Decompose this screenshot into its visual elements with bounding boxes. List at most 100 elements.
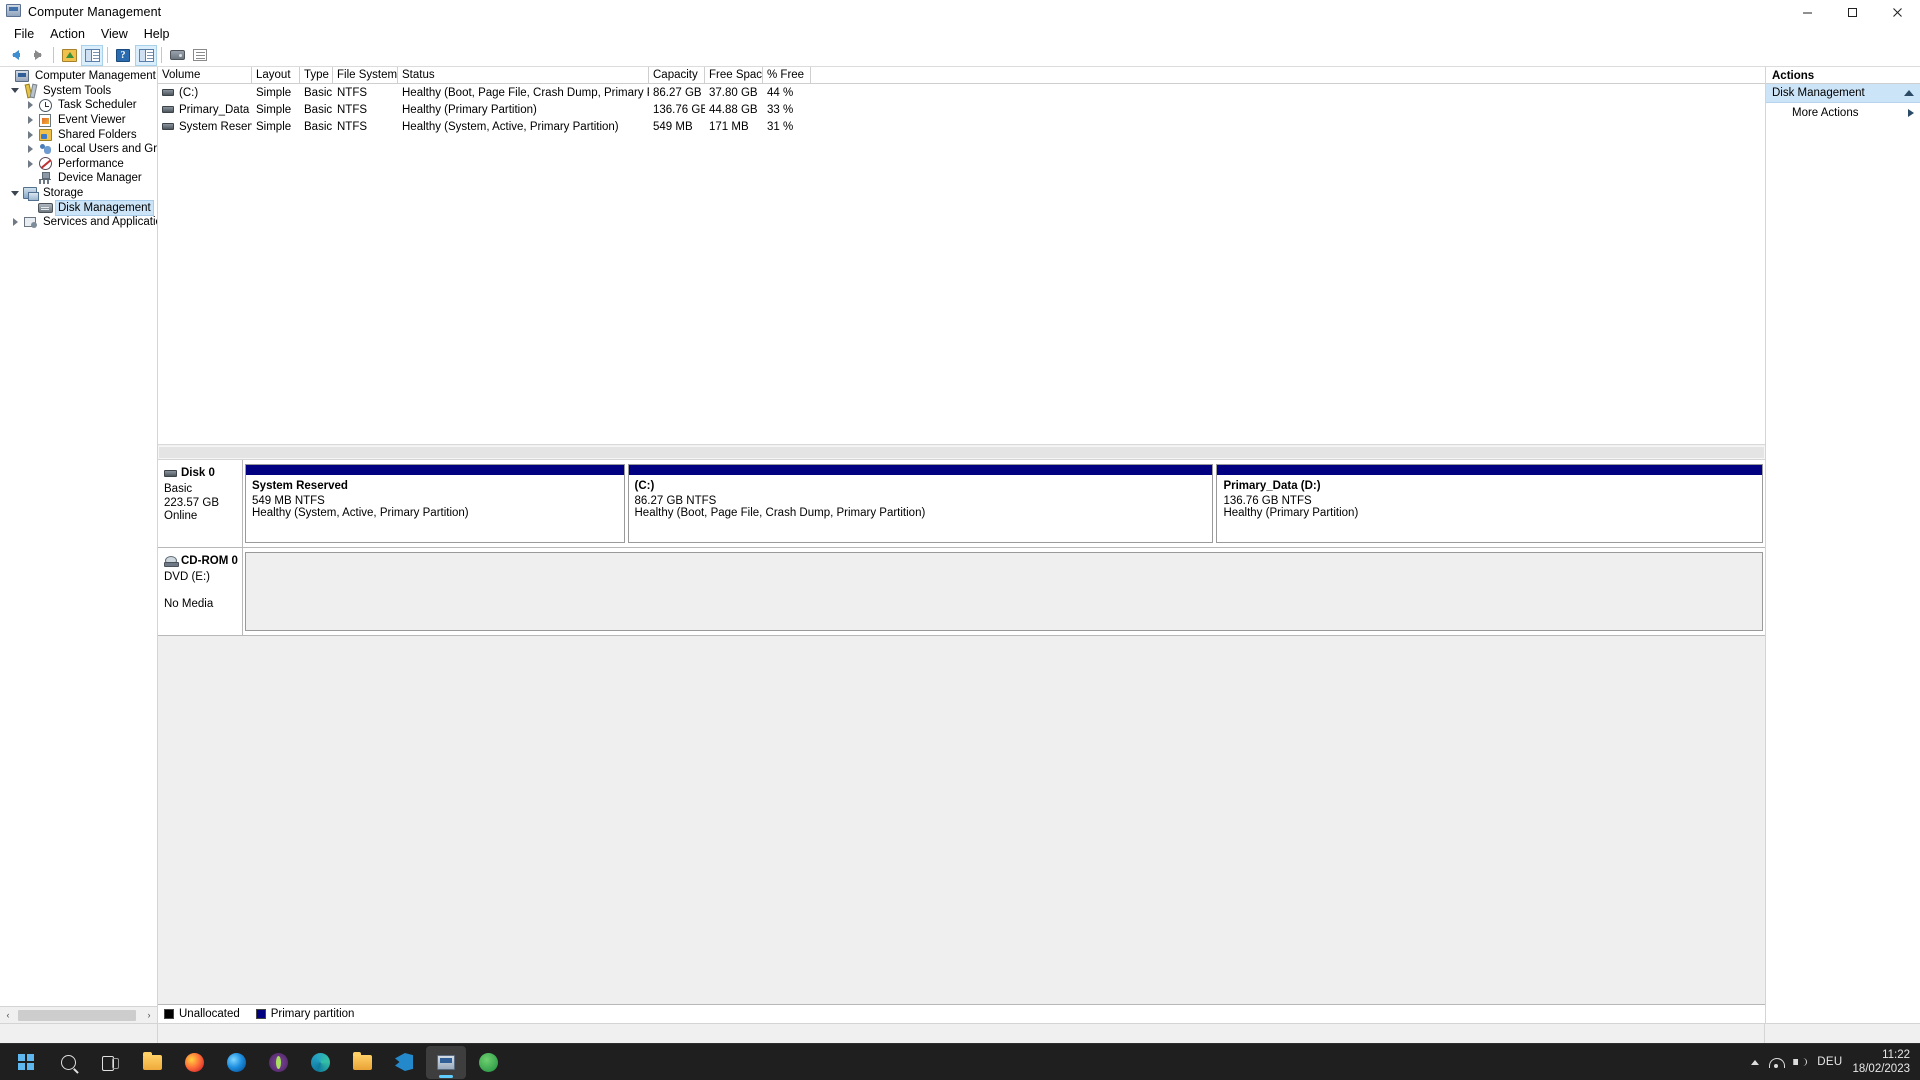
minimize-button[interactable] (1785, 0, 1830, 24)
explorer-folder-taskbar-button[interactable] (342, 1046, 382, 1079)
cell-file-system: NTFS (337, 103, 368, 116)
green-app-taskbar-button[interactable] (468, 1046, 508, 1079)
cell-free-space: 171 MB (709, 120, 749, 133)
scroll-track[interactable] (16, 1007, 141, 1023)
disk-row-cdrom-0[interactable]: CD-ROM 0 DVD (E:) No Media (158, 548, 1765, 636)
table-row[interactable]: (C:) Simple Basic NTFS Healthy (Boot, Pa… (158, 84, 1765, 101)
cell-volume: Primary_Data (D:) (158, 102, 252, 118)
cell-volume: System Reserved (158, 119, 252, 135)
cell-percent-free: 31 % (767, 120, 794, 133)
cell-volume-text: Primary_Data (D:) (179, 103, 252, 116)
edge-taskbar-button[interactable] (300, 1046, 340, 1079)
actions-item-more-actions[interactable]: More Actions (1766, 103, 1920, 123)
start-button[interactable] (6, 1046, 46, 1079)
back-button[interactable] (4, 45, 26, 66)
firefox-dev-taskbar-button[interactable] (216, 1046, 256, 1079)
column-header-file-system[interactable]: File System (333, 67, 398, 83)
partition-size: 86.27 GB NTFS (634, 494, 717, 507)
table-row[interactable]: Primary_Data (D:) Simple Basic NTFS Heal… (158, 101, 1765, 118)
maximize-button[interactable] (1830, 0, 1875, 24)
show-hide-action-pane-button[interactable] (135, 44, 157, 66)
scroll-thumb[interactable] (18, 1009, 136, 1021)
rescan-disks-button[interactable] (166, 45, 188, 66)
column-header-capacity[interactable]: Capacity (649, 67, 705, 83)
forward-button[interactable] (27, 45, 49, 66)
cell-capacity: 86.27 GB (653, 86, 702, 99)
up-one-level-button[interactable] (58, 45, 80, 66)
disk-info-cdrom-0: CD-ROM 0 DVD (E:) No Media (158, 548, 243, 635)
network-icon[interactable] (1769, 1057, 1786, 1068)
partition-status: Healthy (Boot, Page File, Crash Dump, Pr… (634, 507, 926, 519)
tree-twisty[interactable] (23, 101, 37, 110)
computer-management-taskbar-button[interactable] (426, 1045, 466, 1079)
tree-twisty[interactable] (23, 130, 37, 139)
menu-help[interactable]: Help (136, 25, 178, 43)
file-explorer-taskbar-button[interactable] (132, 1046, 172, 1079)
chevron-up-icon[interactable] (1751, 1059, 1760, 1065)
partition-name: Primary_Data (D:) (1223, 480, 1321, 492)
tree-horizontal-scrollbar[interactable]: ‹ › (0, 1006, 157, 1023)
tree-item-computer-management[interactable]: Computer Management (Local (0, 69, 157, 84)
volume-icon[interactable] (1793, 1056, 1808, 1068)
tree-item-services-and-applications[interactable]: Services and Applications (0, 215, 157, 230)
column-header-status[interactable]: Status (398, 67, 649, 83)
tree-twisty[interactable] (23, 145, 37, 154)
tree-item-shared-folders[interactable]: Shared Folders (0, 127, 157, 142)
menu-file[interactable]: File (6, 25, 42, 43)
tree-item-label: Device Manager (58, 172, 142, 185)
scroll-left-button[interactable]: ‹ (0, 1008, 16, 1023)
column-header-type[interactable]: Type (300, 67, 333, 83)
tree-twisty[interactable] (23, 116, 37, 125)
firefox-taskbar-button[interactable] (174, 1046, 214, 1079)
actions-group-disk-management[interactable]: Disk Management (1766, 84, 1920, 103)
disk-row-disk-0[interactable]: Disk 0 Basic 223.57 GB Online System Res… (158, 460, 1765, 548)
cdrom-empty-region[interactable] (245, 552, 1763, 631)
collapse-triangle-icon[interactable] (1904, 90, 1914, 96)
column-header-volume[interactable]: Volume (158, 67, 252, 83)
menu-view[interactable]: View (93, 25, 136, 43)
show-hide-console-tree-button[interactable] (81, 44, 103, 66)
disk-title: CD-ROM 0 (164, 555, 242, 567)
device-manager-icon (37, 171, 53, 185)
partition-system-reserved[interactable]: System Reserved 549 MB NTFS Healthy (Sys… (245, 464, 625, 543)
tree-item-event-viewer[interactable]: Event Viewer (0, 113, 157, 128)
vscode-taskbar-button[interactable] (384, 1046, 424, 1079)
tree-twisty-open[interactable] (8, 190, 22, 196)
language-indicator[interactable]: DEU (1817, 1056, 1842, 1068)
scroll-right-button[interactable]: › (141, 1008, 157, 1023)
help-button[interactable]: ? (112, 45, 134, 66)
menu-action[interactable]: Action (42, 25, 93, 43)
column-header-free-space[interactable]: Free Space (705, 67, 763, 83)
users-icon (37, 142, 53, 156)
tree-twisty[interactable] (8, 218, 22, 227)
tree-twisty-open[interactable] (8, 88, 22, 94)
clock[interactable]: 11:22 18/02/2023 (1852, 1048, 1910, 1076)
tree-twisty[interactable] (23, 159, 37, 168)
tree-item-local-users-and-groups[interactable]: Local Users and Groups (0, 142, 157, 157)
cell-volume: (C:) (158, 85, 252, 101)
status-bar (0, 1023, 1920, 1043)
search-button[interactable] (48, 1046, 88, 1079)
partition-primary-data-d[interactable]: Primary_Data (D:) 136.76 GB NTFS Healthy… (1216, 464, 1763, 543)
leaf-icon (478, 1052, 498, 1072)
tree-item-device-manager[interactable]: Device Manager (0, 171, 157, 186)
tree-item-task-scheduler[interactable]: Task Scheduler (0, 98, 157, 113)
close-button[interactable] (1875, 0, 1920, 24)
tree-item-storage[interactable]: Storage (0, 186, 157, 202)
properties-button[interactable] (189, 45, 211, 66)
column-header-layout[interactable]: Layout (252, 67, 300, 83)
table-row[interactable]: System Reserved Simple Basic NTFS Health… (158, 118, 1765, 135)
arrow-right-icon (33, 50, 42, 60)
column-header-percent-free[interactable]: % Free (763, 67, 811, 83)
partition-c[interactable]: (C:) 86.27 GB NTFS Healthy (Boot, Page F… (627, 464, 1214, 543)
tor-browser-taskbar-button[interactable] (258, 1046, 298, 1079)
cell-free-space: 44.88 GB (709, 103, 758, 116)
toolbar: ? (0, 44, 1920, 67)
scroll-track[interactable] (158, 445, 1765, 459)
tree-item-disk-management[interactable]: Disk Management (0, 199, 157, 216)
tree-item-system-tools[interactable]: System Tools (0, 84, 157, 99)
tree-item-performance[interactable]: Performance (0, 157, 157, 172)
scroll-thumb[interactable] (159, 446, 1764, 458)
volume-list-horizontal-scrollbar[interactable] (158, 444, 1765, 459)
task-view-button[interactable] (90, 1046, 130, 1079)
